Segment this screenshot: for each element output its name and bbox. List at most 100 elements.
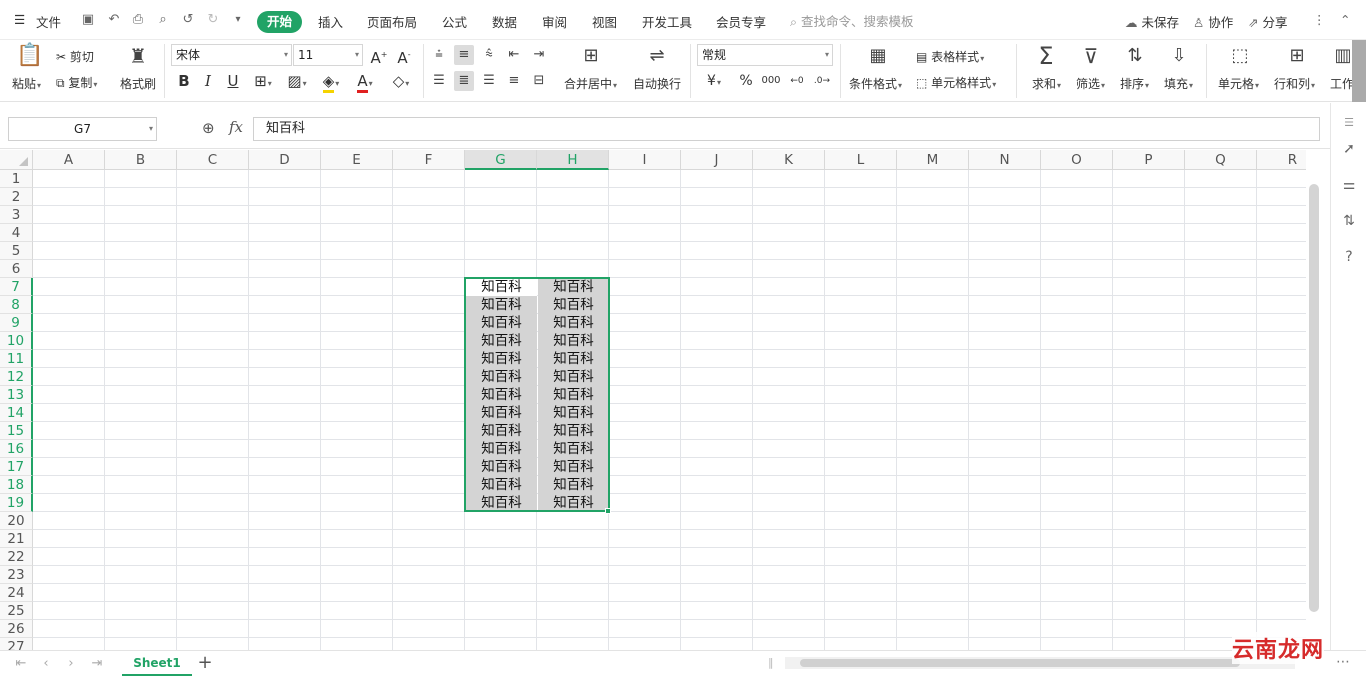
- row-header-18[interactable]: 18: [0, 476, 33, 494]
- increase-indent-icon[interactable]: ⇥: [529, 45, 549, 65]
- cell-h16[interactable]: 知百科: [538, 440, 609, 458]
- collapse-ribbon-icon[interactable]: ⌃: [1340, 12, 1350, 27]
- cell-g14[interactable]: 知百科: [466, 404, 537, 422]
- share-button[interactable]: ⇗ 分享: [1248, 12, 1287, 31]
- table-style-button[interactable]: ▤ 表格样式▾: [916, 48, 984, 65]
- row-header-26[interactable]: 26: [0, 620, 33, 638]
- percent-icon[interactable]: %: [735, 70, 757, 92]
- filter-icon[interactable]: ⊽: [1079, 44, 1103, 68]
- column-header-a[interactable]: A: [33, 150, 105, 170]
- row-header-13[interactable]: 13: [0, 386, 33, 404]
- tab-insert[interactable]: 插入: [318, 12, 343, 31]
- customize-quick-access-icon[interactable]: ▾: [230, 12, 246, 28]
- row-header-22[interactable]: 22: [0, 548, 33, 566]
- horizontal-scroll-thumb[interactable]: [800, 659, 1240, 667]
- cell-h17[interactable]: 知百科: [538, 458, 609, 476]
- last-sheet-icon[interactable]: ⇥: [88, 655, 106, 673]
- cell-style-button[interactable]: ⬚ 单元格样式▾: [916, 74, 996, 91]
- column-header-c[interactable]: C: [177, 150, 249, 170]
- sheet-tab-sheet1[interactable]: Sheet1: [122, 651, 192, 676]
- split-handle-icon[interactable]: ‖: [768, 656, 774, 669]
- unsaved-button[interactable]: ☁ 未保存: [1125, 12, 1179, 31]
- filter-button[interactable]: 筛选▾: [1076, 75, 1105, 92]
- row-header-12[interactable]: 12: [0, 368, 33, 386]
- zoom-icon[interactable]: ⊕: [202, 119, 215, 137]
- row-header-24[interactable]: 24: [0, 584, 33, 602]
- spreadsheet-grid[interactable]: A B C D E F G H I J K L M N O P Q R 1 2 3 4 5 6 7 8 9 10 11 12 13 14 15 1…: [0, 150, 1306, 650]
- cell-g13[interactable]: 知百科: [466, 386, 537, 404]
- merge-center-button[interactable]: 合并居中▾: [564, 75, 617, 92]
- row-header-10[interactable]: 10: [0, 332, 33, 350]
- column-header-f[interactable]: F: [393, 150, 465, 170]
- row-header-17[interactable]: 17: [0, 458, 33, 476]
- sort-icon[interactable]: ⇅: [1123, 44, 1147, 68]
- cell-g11[interactable]: 知百科: [466, 350, 537, 368]
- number-format-select[interactable]: 常规 ▾: [697, 44, 833, 66]
- column-header-o[interactable]: O: [1041, 150, 1113, 170]
- column-header-e[interactable]: E: [321, 150, 393, 170]
- align-right-icon[interactable]: ☰: [479, 71, 499, 91]
- cell-button[interactable]: 单元格▾: [1218, 75, 1259, 92]
- cell-g18[interactable]: 知百科: [466, 476, 537, 494]
- cell-h8[interactable]: 知百科: [538, 296, 609, 314]
- select-all-corner[interactable]: [0, 150, 33, 170]
- row-header-25[interactable]: 25: [0, 602, 33, 620]
- row-header-5[interactable]: 5: [0, 242, 33, 260]
- menu-icon[interactable]: ☰: [14, 12, 25, 27]
- row-header-7[interactable]: 7: [0, 278, 33, 296]
- format-painter-button[interactable]: 格式刷: [120, 75, 156, 92]
- row-header-16[interactable]: 16: [0, 440, 33, 458]
- font-color-icon[interactable]: A▾: [350, 70, 380, 93]
- border-icon[interactable]: ⊞▾: [248, 70, 278, 92]
- tab-start[interactable]: 开始: [257, 11, 302, 33]
- pointer-icon[interactable]: ➚: [1339, 139, 1359, 159]
- next-sheet-icon[interactable]: ›: [62, 655, 80, 673]
- thousands-separator-icon[interactable]: 000: [760, 70, 782, 92]
- row-header-1[interactable]: 1: [0, 170, 33, 188]
- clear-format-icon[interactable]: ◇▾: [386, 70, 416, 92]
- cell-h10[interactable]: 知百科: [538, 332, 609, 350]
- sort-button[interactable]: 排序▾: [1120, 75, 1149, 92]
- column-header-d[interactable]: D: [249, 150, 321, 170]
- vertical-scroll-thumb[interactable]: [1309, 184, 1319, 612]
- distributed-icon[interactable]: ⊟: [529, 71, 549, 91]
- cell-h18[interactable]: 知百科: [538, 476, 609, 494]
- fill-button[interactable]: 填充▾: [1164, 75, 1193, 92]
- column-header-q[interactable]: Q: [1185, 150, 1257, 170]
- cell-g17[interactable]: 知百科: [466, 458, 537, 476]
- name-box[interactable]: G7 ▾: [8, 117, 157, 141]
- row-header-4[interactable]: 4: [0, 224, 33, 242]
- transfer-icon[interactable]: ⇅: [1339, 211, 1359, 231]
- align-bottom-icon[interactable]: ⩯: [479, 45, 499, 65]
- row-header-8[interactable]: 8: [0, 296, 33, 314]
- currency-icon[interactable]: ¥▾: [700, 70, 728, 92]
- row-header-21[interactable]: 21: [0, 530, 33, 548]
- sum-icon[interactable]: Σ: [1034, 42, 1058, 70]
- cell-icon[interactable]: ⬚: [1228, 44, 1252, 68]
- tab-developer[interactable]: 开发工具: [642, 12, 692, 31]
- column-header-m[interactable]: M: [897, 150, 969, 170]
- tab-page-layout[interactable]: 页面布局: [367, 12, 417, 31]
- cell-g10[interactable]: 知百科: [466, 332, 537, 350]
- cell-h12[interactable]: 知百科: [538, 368, 609, 386]
- bold-button[interactable]: B: [173, 70, 195, 92]
- align-top-icon[interactable]: ⩮: [429, 45, 449, 65]
- row-header-19[interactable]: 19: [0, 494, 33, 512]
- redo-icon[interactable]: ↻: [205, 12, 221, 28]
- tab-member[interactable]: 会员专享: [716, 12, 766, 31]
- row-header-14[interactable]: 14: [0, 404, 33, 422]
- file-menu[interactable]: 文件: [36, 12, 61, 31]
- column-header-b[interactable]: B: [105, 150, 177, 170]
- sidebar-menu-icon[interactable]: ☰: [1339, 113, 1359, 133]
- print-icon[interactable]: ⎙: [130, 12, 146, 28]
- font-size-select[interactable]: 11 ▾: [293, 44, 363, 66]
- format-painter-icon[interactable]: ♜: [126, 44, 150, 68]
- help-icon[interactable]: ?: [1339, 247, 1359, 267]
- align-center-icon[interactable]: ≣: [454, 71, 474, 91]
- paste-icon[interactable]: 📋: [16, 44, 43, 68]
- decrease-indent-icon[interactable]: ⇤: [504, 45, 524, 65]
- more-icon[interactable]: ⋯: [1336, 654, 1350, 670]
- row-header-23[interactable]: 23: [0, 566, 33, 584]
- row-col-icon[interactable]: ⊞: [1285, 44, 1309, 68]
- row-header-27[interactable]: 27: [0, 638, 33, 650]
